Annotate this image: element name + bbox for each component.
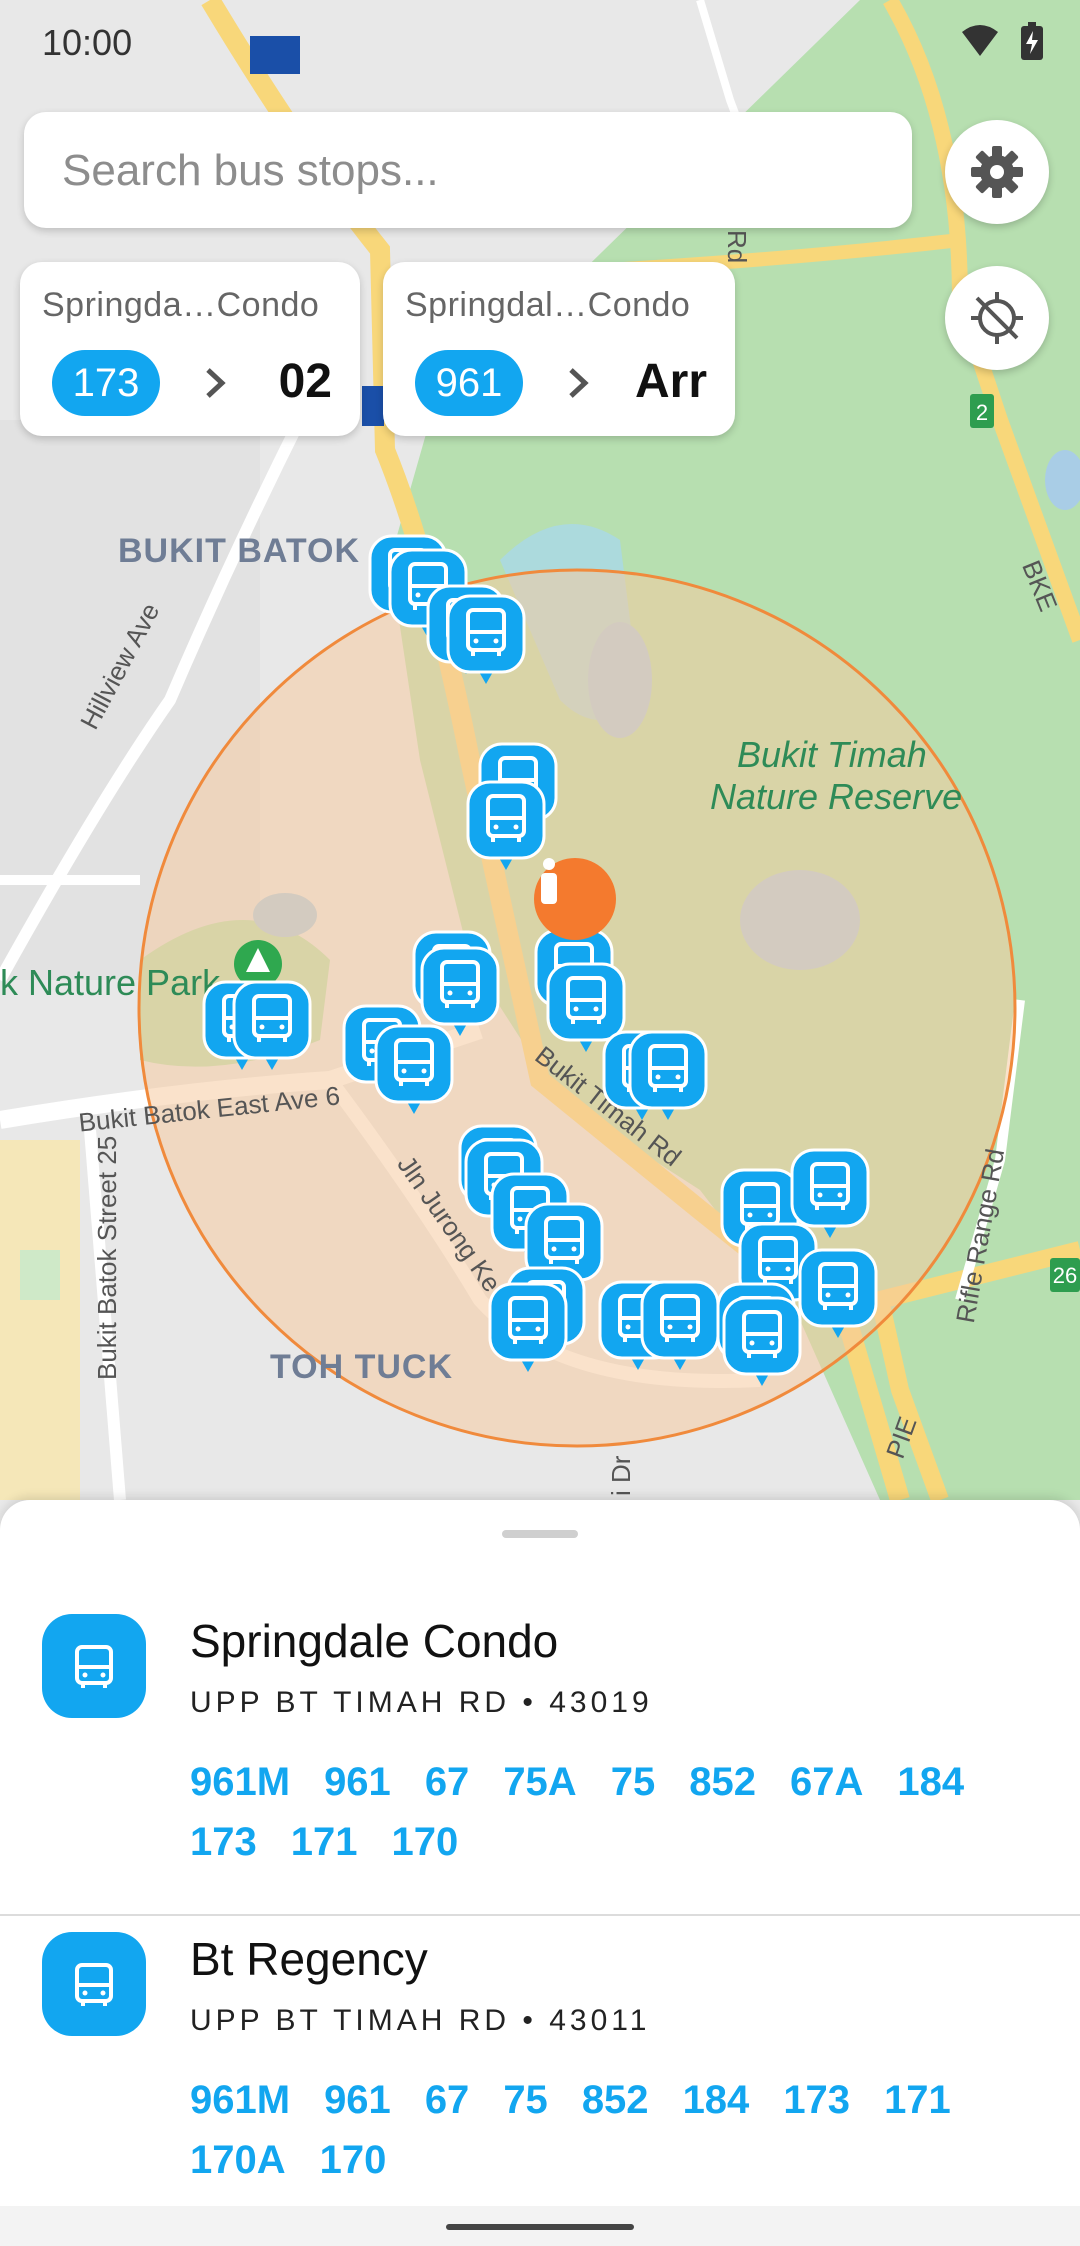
service-number[interactable]: 171 [291, 1812, 358, 1872]
service-list: 961M 961 67 75 852 184 173 171 170A 170 [190, 2070, 1050, 2190]
chevron-right-icon [569, 368, 589, 398]
location-off-icon [971, 292, 1023, 344]
bus-stop-marker[interactable] [446, 594, 526, 686]
search-input[interactable] [62, 146, 882, 196]
wifi-icon [962, 25, 998, 56]
service-list: 961M 961 67 75A 75 852 67A 184 173 171 170 [190, 1752, 1050, 1872]
pinned-arrival-card[interactable]: Springdal…Condo 961 Arr [383, 262, 735, 436]
stop-road: UPP BT TIMAH RD [190, 2004, 511, 2037]
area-label-toh-tuck: TOH TUCK [270, 1348, 454, 1386]
bottom-sheet[interactable]: Springdale Condo UPP BT TIMAH RD • 43019… [0, 1500, 1080, 2246]
system-nav-bar [0, 2206, 1080, 2246]
service-number[interactable]: 961M [190, 2070, 290, 2130]
bus-stop-marker[interactable] [640, 1280, 720, 1372]
service-number[interactable]: 171 [884, 2070, 951, 2130]
park-label-bukit-timah: Bukit Timah [737, 734, 927, 775]
bus-stop-marker[interactable] [488, 1282, 568, 1374]
bus-stop-icon [42, 1614, 146, 1718]
list-item[interactable]: Springdale Condo UPP BT TIMAH RD • 43019… [0, 1600, 1080, 1916]
bus-stop-marker[interactable] [798, 1248, 878, 1340]
search-bar[interactable] [24, 112, 912, 228]
list-item[interactable]: Bt Regency UPP BT TIMAH RD • 43011 961M 9… [0, 1918, 1080, 2228]
service-number[interactable]: 184 [897, 1752, 964, 1812]
bus-stop-marker[interactable] [628, 1030, 708, 1122]
service-number[interactable]: 852 [582, 2070, 649, 2130]
home-gesture-handle[interactable] [446, 2224, 634, 2230]
service-number[interactable]: 852 [689, 1752, 756, 1812]
user-location-marker[interactable] [534, 858, 616, 940]
park-label-nature-park: k Nature Park [0, 962, 221, 1003]
service-number[interactable]: 75 [503, 2070, 548, 2130]
service-number[interactable]: 67A [790, 1752, 863, 1812]
service-number[interactable]: 75 [611, 1752, 656, 1812]
pinned-eta: Arr [634, 355, 707, 408]
service-number[interactable]: 184 [683, 2070, 750, 2130]
stop-code: 43019 [549, 1686, 653, 1719]
service-number[interactable]: 170 [320, 2130, 387, 2190]
road-label-rd: Rd [722, 230, 752, 264]
service-number[interactable]: 961 [324, 1752, 391, 1812]
pinned-arrival-card[interactable]: Springda…Condo 173 02 [20, 262, 360, 436]
person-icon [541, 858, 557, 904]
service-number[interactable]: 961M [190, 1752, 290, 1812]
bus-stop-marker[interactable] [722, 1296, 802, 1388]
pinned-stop-name: Springda…Condo [42, 286, 320, 324]
area-label-bukit-batok: BUKIT BATOK [118, 532, 361, 570]
expressway-shield-2: 2 [976, 400, 988, 425]
road-label-bt-batok-st-25: Bukit Batok Street 25 [92, 1135, 122, 1380]
stop-subtitle: UPP BT TIMAH RD • 43011 [190, 2004, 651, 2037]
stop-road: UPP BT TIMAH RD [190, 1686, 511, 1719]
bus-stop-marker[interactable] [232, 980, 312, 1072]
location-toggle-button[interactable] [945, 266, 1049, 370]
sheet-drag-handle[interactable] [502, 1530, 578, 1538]
service-number[interactable]: 173 [190, 1812, 257, 1872]
status-time: 10:00 [42, 22, 133, 63]
bus-stop-marker[interactable] [374, 1024, 454, 1116]
service-number[interactable]: 170 [392, 1812, 459, 1872]
settings-button[interactable] [945, 120, 1049, 224]
service-number[interactable]: 67 [425, 1752, 470, 1812]
status-bar: 10:00 [0, 0, 1080, 84]
park-label-nature-reserve: Nature Reserve [710, 776, 963, 817]
service-number[interactable]: 67 [425, 2070, 470, 2130]
service-number[interactable]: 961 [324, 2070, 391, 2130]
service-number[interactable]: 75A [503, 1752, 576, 1812]
battery-charging-icon [1021, 22, 1043, 60]
service-number[interactable]: 173 [783, 2070, 850, 2130]
pinned-stop-name: Springdal…Condo [405, 286, 691, 324]
stop-name: Springdale Condo [190, 1615, 559, 1667]
stop-subtitle: UPP BT TIMAH RD • 43019 [190, 1686, 653, 1719]
chevron-right-icon [206, 368, 226, 398]
road-label-dr: i Dr [606, 1455, 636, 1496]
pinned-service-badge: 961 [415, 350, 523, 416]
stop-name: Bt Regency [190, 1933, 428, 1985]
expressway-shield-26: 26 [1053, 1263, 1077, 1288]
pinned-eta: 02 [278, 355, 332, 408]
service-number[interactable]: 170A [190, 2130, 286, 2190]
bus-stop-icon [42, 1932, 146, 2036]
gear-icon [971, 146, 1023, 198]
pinned-service-badge: 173 [52, 350, 160, 416]
stop-code: 43011 [549, 2004, 651, 2037]
